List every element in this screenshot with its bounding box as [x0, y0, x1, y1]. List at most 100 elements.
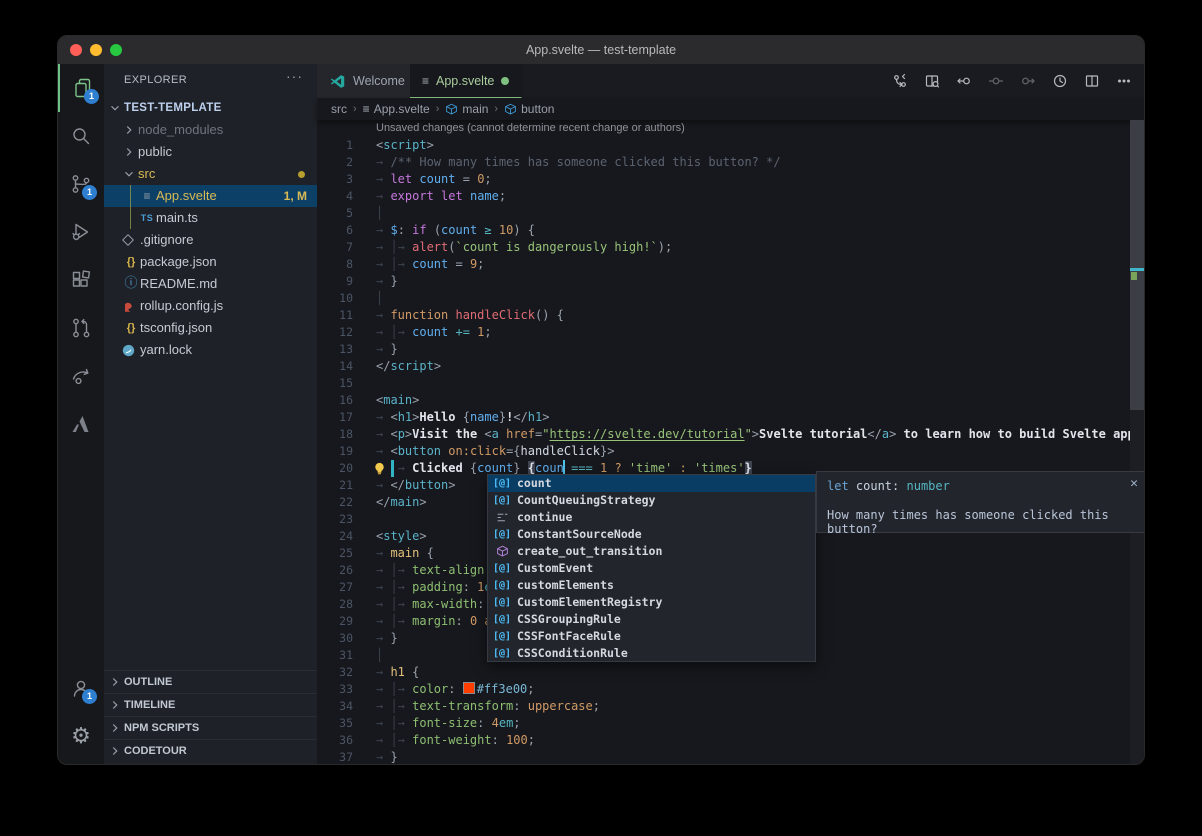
tree-item-tsconfig-json[interactable]: {}tsconfig.json [104, 317, 317, 339]
symbol-variable-icon: [@] [492, 611, 512, 628]
line-number: 10 [317, 290, 353, 307]
activity-item-search[interactable] [58, 112, 104, 160]
code-line-17: 17→ <h1>Hello {name}!</h1> [317, 409, 1128, 426]
activity-item-extensions[interactable] [58, 256, 104, 304]
breadcrumb-item-button[interactable]: button [504, 102, 554, 116]
tree-item-rollup-config-js[interactable]: rollup.config.js [104, 295, 317, 317]
suggestion-CustomEvent[interactable]: [@]CustomEvent [488, 560, 815, 577]
line-number: 7 [317, 239, 353, 256]
symbol-variable-icon: [@] [492, 492, 512, 509]
breadcrumb-item-app-svelte[interactable]: ≡App.svelte [363, 102, 430, 116]
tree-item--gitignore[interactable]: .gitignore [104, 229, 317, 251]
gear-icon: ⚙ [71, 725, 91, 748]
code-line-4: 4→ export let name; [317, 188, 1128, 205]
open-changes-icon[interactable] [921, 71, 942, 92]
activity-item-explorer[interactable]: 1 [58, 64, 106, 112]
suggestion-ConstantSourceNode[interactable]: [@]ConstantSourceNode [488, 526, 815, 543]
activity-item-azure[interactable] [58, 400, 104, 448]
code-line-36: 36→ │→ font-weight: 100; [317, 732, 1128, 749]
current-change-icon[interactable] [985, 71, 1006, 92]
section-npm-scripts[interactable]: NPM SCRIPTS [104, 716, 317, 739]
line-number: 6 [317, 222, 353, 239]
tree-item-src[interactable]: src [104, 163, 317, 185]
gitlens-codelens[interactable]: Unsaved changes (cannot determine recent… [376, 122, 685, 134]
suggestion-customElements[interactable]: [@]customElements [488, 577, 815, 594]
breadcrumb: src›≡App.svelte›main›button [317, 98, 1144, 120]
editor-scrollbar[interactable] [1130, 120, 1144, 764]
line-number: 13 [317, 341, 353, 358]
svelte-file-icon: ≡ [138, 185, 156, 208]
extensions-icon [69, 268, 93, 292]
chevron-right-icon [108, 698, 124, 712]
gitlens-graph-icon[interactable] [889, 71, 910, 92]
scrollbar-thumb[interactable] [1130, 120, 1144, 410]
more-actions-icon[interactable] [1113, 71, 1134, 92]
suggestion-CSSGroupingRule[interactable]: [@]CSSGroupingRule [488, 611, 815, 628]
file-history-icon[interactable] [1049, 71, 1070, 92]
breadcrumb-item-main[interactable]: main [445, 102, 488, 116]
line-number: 15 [317, 375, 353, 392]
unsaved-dot-icon[interactable] [501, 77, 509, 85]
code-line-11: 11→ function handleClick() { [317, 307, 1128, 324]
breadcrumb-separator: › [353, 103, 357, 115]
suggestion-CSSFontFaceRule[interactable]: [@]CSSFontFaceRule [488, 628, 815, 645]
section-timeline[interactable]: TIMELINE [104, 693, 317, 716]
tree-item-readme-md[interactable]: ⓘREADME.md [104, 273, 317, 295]
breadcrumb-item-src[interactable]: src [331, 102, 347, 116]
symbol-variable-icon: [@] [492, 645, 512, 662]
activity-badge: 1 [84, 89, 99, 104]
tree-item-main-ts[interactable]: TSmain.ts [104, 207, 317, 229]
activity-item-github-pull-requests[interactable] [58, 304, 104, 352]
suggestion-CountQueuingStrategy[interactable]: [@]CountQueuingStrategy [488, 492, 815, 509]
tab-welcome[interactable]: Welcome [317, 64, 418, 98]
line-number: 18 [317, 426, 353, 443]
close-icon[interactable]: ✕ [1130, 476, 1138, 491]
activity-item-live-share[interactable] [58, 352, 104, 400]
suggestion-CSSConditionRule[interactable]: [@]CSSConditionRule [488, 645, 815, 662]
suggestion-count[interactable]: [@]count [488, 475, 815, 492]
code-editor[interactable]: Unsaved changes (cannot determine recent… [317, 120, 1144, 764]
line-number: 4 [317, 188, 353, 205]
activity-item-run-debug[interactable] [58, 208, 104, 256]
chevron-right-icon [108, 675, 124, 689]
more-actions-icon[interactable]: ··· [286, 68, 303, 84]
tree-item-package-json[interactable]: {}package.json [104, 251, 317, 273]
tree-root-folder[interactable]: TEST-TEMPLATE [104, 97, 317, 119]
line-number: 19 [317, 443, 353, 460]
window-title: App.svelte — test-template [58, 36, 1144, 64]
chevron-right-icon [122, 123, 138, 137]
line-number: 28 [317, 596, 353, 613]
git-file-icon [122, 234, 140, 246]
line-number: 27 [317, 579, 353, 596]
tree-item-app-svelte[interactable]: ≡App.svelte1, M [104, 185, 317, 207]
suggestion-CustomElementRegistry[interactable]: [@]CustomElementRegistry [488, 594, 815, 611]
symbol-variable-icon: [@] [492, 560, 512, 577]
activity-item-source-control[interactable]: 1 [58, 160, 104, 208]
suggestion-continue[interactable]: continue [488, 509, 815, 526]
previous-change-icon[interactable] [953, 71, 974, 92]
split-editor-icon[interactable] [1081, 71, 1102, 92]
next-change-icon[interactable] [1017, 71, 1038, 92]
section-outline[interactable]: OUTLINE [104, 670, 317, 693]
line-number: 22 [317, 494, 353, 511]
activity-item-accounts[interactable]: 1 [58, 664, 104, 712]
indent-guide [130, 207, 131, 229]
suggestion-create_out_transition[interactable]: create_out_transition [488, 543, 815, 560]
line-number: 14 [317, 358, 353, 375]
activity-item-settings[interactable]: ⚙ [58, 712, 104, 760]
info-file-icon: ⓘ [122, 273, 140, 295]
tree-item-public[interactable]: public [104, 141, 317, 163]
line-number: 21 [317, 477, 353, 494]
section-codetour[interactable]: CODETOUR [104, 739, 317, 762]
tab-app-svelte[interactable]: ≡App.svelte [410, 64, 522, 98]
quick-info-signature: let count: number [827, 479, 950, 493]
sidebar-header: EXPLORER ··· [104, 64, 317, 97]
color-swatch[interactable] [463, 682, 475, 694]
tree-item-node-modules[interactable]: node_modules [104, 119, 317, 141]
line-number: 34 [317, 698, 353, 715]
code-line-9: 9→ } [317, 273, 1128, 290]
file-lines-icon: ≡ [363, 102, 370, 116]
tree-item-yarn-lock[interactable]: yarn.lock [104, 339, 317, 361]
line-number: 8 [317, 256, 353, 273]
debug-icon [69, 220, 93, 244]
